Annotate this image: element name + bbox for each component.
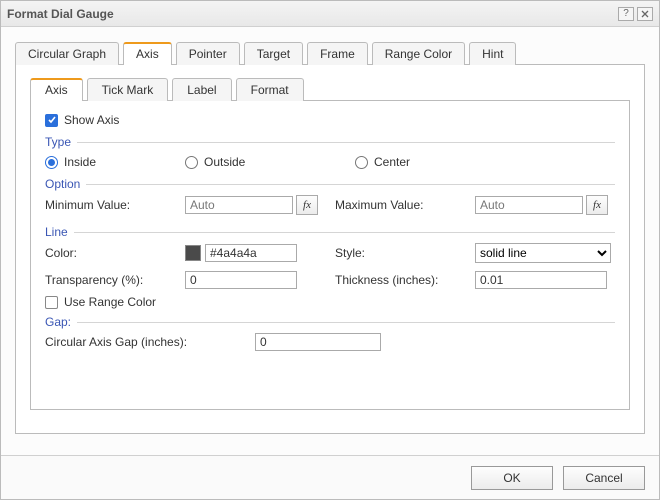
ok-button[interactable]: OK bbox=[471, 466, 553, 490]
show-axis-checkbox[interactable] bbox=[45, 114, 58, 127]
radio-inside-label: Inside bbox=[64, 155, 96, 169]
radio-center-dot bbox=[355, 156, 368, 169]
footer: OK Cancel bbox=[1, 455, 659, 499]
radio-outside[interactable]: Outside bbox=[185, 155, 355, 169]
line-row-1: Color: Style: solid line bbox=[45, 239, 615, 267]
use-range-color-checkbox[interactable] bbox=[45, 296, 58, 309]
type-radio-row: Inside Outside Center bbox=[45, 149, 615, 171]
option-row: Minimum Value: fx Maximum Value: fx bbox=[45, 191, 615, 219]
tab-axis[interactable]: Axis bbox=[123, 42, 172, 65]
window-title: Format Dial Gauge bbox=[7, 7, 615, 21]
outer-panel: Axis Tick Mark Label Format Show Axis Ty… bbox=[15, 64, 645, 434]
titlebar: Format Dial Gauge ? bbox=[1, 1, 659, 27]
close-button[interactable] bbox=[637, 7, 653, 21]
line-row-2: Transparency (%): Thickness (inches): bbox=[45, 267, 615, 293]
max-value-input[interactable] bbox=[475, 196, 583, 214]
color-input[interactable] bbox=[205, 244, 297, 262]
thickness-label: Thickness (inches): bbox=[335, 273, 475, 287]
group-option: Option bbox=[45, 177, 615, 191]
style-label: Style: bbox=[335, 246, 475, 260]
show-axis-row: Show Axis bbox=[45, 113, 615, 127]
radio-inside-dot bbox=[45, 156, 58, 169]
tab-target[interactable]: Target bbox=[244, 42, 303, 65]
max-value-label: Maximum Value: bbox=[335, 198, 475, 212]
inner-tab-axis[interactable]: Axis bbox=[30, 78, 83, 101]
group-line: Line bbox=[45, 225, 615, 239]
cancel-button[interactable]: Cancel bbox=[563, 466, 645, 490]
radio-inside[interactable]: Inside bbox=[45, 155, 185, 169]
inner-panel: Show Axis Type Inside Outside Cent bbox=[30, 100, 630, 410]
inner-tab-tick-mark[interactable]: Tick Mark bbox=[87, 78, 169, 101]
radio-outside-label: Outside bbox=[204, 155, 245, 169]
use-range-color-label: Use Range Color bbox=[64, 295, 156, 309]
outer-tabs: Circular Graph Axis Pointer Target Frame… bbox=[15, 41, 645, 64]
group-gap: Gap: bbox=[45, 315, 615, 329]
min-fx-button[interactable]: fx bbox=[296, 195, 318, 215]
radio-outside-dot bbox=[185, 156, 198, 169]
transparency-input[interactable] bbox=[185, 271, 297, 289]
min-value-input[interactable] bbox=[185, 196, 293, 214]
max-fx-button[interactable]: fx bbox=[586, 195, 608, 215]
content-area: Circular Graph Axis Pointer Target Frame… bbox=[1, 27, 659, 455]
style-select[interactable]: solid line bbox=[475, 243, 611, 263]
tab-circular-graph[interactable]: Circular Graph bbox=[15, 42, 119, 65]
tab-range-color[interactable]: Range Color bbox=[372, 42, 465, 65]
inner-tab-format[interactable]: Format bbox=[236, 78, 304, 101]
radio-center-label: Center bbox=[374, 155, 410, 169]
gap-label: Circular Axis Gap (inches): bbox=[45, 335, 255, 349]
show-axis-label: Show Axis bbox=[64, 113, 119, 127]
transparency-label: Transparency (%): bbox=[45, 273, 185, 287]
use-range-color-row: Use Range Color bbox=[45, 295, 615, 309]
tab-frame[interactable]: Frame bbox=[307, 42, 368, 65]
min-value-label: Minimum Value: bbox=[45, 198, 185, 212]
gap-row: Circular Axis Gap (inches): bbox=[45, 329, 615, 355]
gap-input[interactable] bbox=[255, 333, 381, 351]
color-label: Color: bbox=[45, 246, 185, 260]
color-swatch[interactable] bbox=[185, 245, 201, 261]
tab-pointer[interactable]: Pointer bbox=[176, 42, 240, 65]
radio-center[interactable]: Center bbox=[355, 155, 410, 169]
dialog: Format Dial Gauge ? Circular Graph Axis … bbox=[0, 0, 660, 500]
thickness-input[interactable] bbox=[475, 271, 607, 289]
tab-hint[interactable]: Hint bbox=[469, 42, 516, 65]
group-type: Type bbox=[45, 135, 615, 149]
help-button[interactable]: ? bbox=[618, 7, 634, 21]
inner-tab-label[interactable]: Label bbox=[172, 78, 231, 101]
inner-tabs: Axis Tick Mark Label Format bbox=[30, 77, 630, 100]
